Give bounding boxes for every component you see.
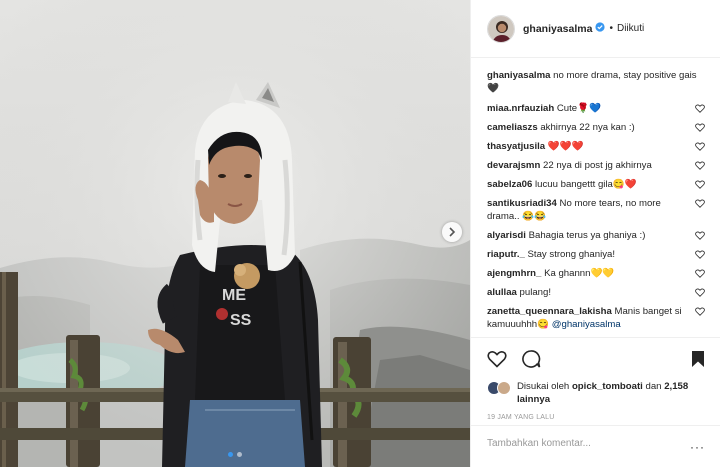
comment-item: santikusriadi34 No more tears, no more d…	[487, 197, 705, 223]
comment-text: Stay strong ghaniya!	[527, 249, 615, 260]
comment-like-heart-icon[interactable]	[695, 161, 705, 170]
action-icons	[487, 348, 705, 370]
comment-like-heart-icon[interactable]	[695, 180, 705, 189]
likes-and: dan	[645, 381, 662, 392]
chevron-right-icon	[449, 227, 456, 237]
comment-text: lucuu bangettt gila😋❤️	[535, 179, 637, 190]
comment-like-heart-icon[interactable]	[695, 250, 705, 259]
photo-scene: ME SS	[0, 0, 470, 467]
comment-username[interactable]: sabelza06	[487, 179, 532, 190]
more-options-icon[interactable]: ···	[690, 440, 705, 454]
comment-item: devarajsmn 22 nya di post jg akhirnya	[487, 159, 705, 172]
heart-outline-icon[interactable]	[487, 350, 507, 368]
post-actions: Disukai oleh opick_tomboati dan 2,158 la…	[471, 337, 720, 421]
comment-like-heart-icon[interactable]	[695, 269, 705, 278]
comment-username[interactable]: cameliaszs	[487, 122, 538, 133]
liker-avatars	[487, 381, 511, 395]
comment-text: Cute🌹💙	[556, 103, 602, 114]
comment-item: sabelza06 lucuu bangettt gila😋❤️	[487, 178, 705, 191]
carousel-dot-active	[228, 452, 233, 457]
comment-item: zanetta_queennara_lakisha Manis banget s…	[487, 305, 705, 331]
likes-prefix: Disukai oleh	[517, 381, 570, 392]
comment-text: ❤️❤️❤️	[547, 141, 584, 152]
instagram-post: ME SS ghaniyasalma • Diikuti ghaniyasalm…	[0, 0, 720, 467]
add-comment-input[interactable]	[487, 438, 697, 449]
header-separator: •	[609, 23, 613, 34]
avatar-image	[488, 15, 514, 42]
comment-item: cameliaszs akhirnya 22 nya kan :)	[487, 121, 705, 134]
verified-badge-icon	[595, 22, 606, 35]
comment-like-heart-icon[interactable]	[695, 288, 705, 297]
comment-item: alyarisdi Bahagia terus ya ghaniya :)	[487, 229, 705, 242]
comment-like-heart-icon[interactable]	[695, 104, 705, 113]
comment-username[interactable]: devarajsmn	[487, 160, 540, 171]
carousel-next-button[interactable]	[442, 222, 462, 242]
likes-user-link[interactable]: opick_tomboati	[572, 381, 643, 392]
comment-username[interactable]: zanetta_queennara_lakisha	[487, 306, 612, 317]
post-header: ghaniyasalma • Diikuti	[471, 0, 720, 58]
avatar[interactable]	[487, 14, 515, 43]
comment-item: miaa.nrfauziah Cute🌹💙	[487, 102, 705, 115]
comment-item: riaputr._ Stay strong ghaniya!	[487, 248, 705, 261]
comment-username[interactable]: thasyatjusila	[487, 141, 545, 152]
comment-username[interactable]: riaputr._	[487, 249, 525, 260]
carousel-dots	[0, 452, 470, 457]
comment-text: 22 nya di post jg akhirnya	[543, 160, 652, 171]
comment-like-heart-icon[interactable]	[695, 123, 705, 132]
comment-like-heart-icon[interactable]	[695, 307, 705, 316]
comment-username[interactable]: ajengmhrn_	[487, 268, 541, 279]
add-comment-bar: ···	[471, 425, 720, 467]
post-side-panel: ghaniyasalma • Diikuti ghaniyasalma no m…	[470, 0, 720, 467]
comment-mention-link[interactable]: @ghaniyasalma	[552, 319, 621, 330]
follow-status-button[interactable]: Diikuti	[617, 23, 644, 34]
comment-item: thasyatjusila ❤️❤️❤️	[487, 140, 705, 153]
comment-username[interactable]: santikusriadi34	[487, 198, 557, 209]
bookmark-filled-icon[interactable]	[691, 350, 705, 368]
comment-like-heart-icon[interactable]	[695, 231, 705, 240]
comment-item: alullaa pulang!	[487, 286, 705, 299]
caption-username[interactable]: ghaniyasalma	[487, 70, 550, 81]
comment-like-heart-icon[interactable]	[695, 142, 705, 151]
comment-username[interactable]: alullaa	[487, 287, 517, 298]
comment-like-heart-icon[interactable]	[695, 199, 705, 208]
post-caption: ghaniyasalma no more drama, stay positiv…	[487, 69, 705, 95]
likes-summary: Disukai oleh opick_tomboati dan 2,158 la…	[487, 380, 705, 406]
comment-item: ajengmhrn_ Ka ghannn💛💛	[487, 267, 705, 280]
likes-text: Disukai oleh opick_tomboati dan 2,158 la…	[517, 380, 705, 406]
comment-bubble-icon[interactable]	[521, 349, 541, 369]
comment-username[interactable]: alyarisdi	[487, 230, 526, 241]
comment-text: Ka ghannn💛💛	[544, 268, 615, 279]
post-timestamp[interactable]: 19 JAM YANG LALU	[487, 414, 705, 421]
comment-text: akhirnya 22 nya kan :)	[540, 122, 635, 133]
comments-list: ghaniyasalma no more drama, stay positiv…	[471, 59, 720, 337]
liker-avatar	[497, 381, 511, 395]
comment-text: Bahagia terus ya ghaniya :)	[528, 230, 646, 241]
post-photo: ME SS	[0, 0, 470, 467]
header-username[interactable]: ghaniyasalma	[523, 23, 592, 35]
comment-text: pulang!	[519, 287, 552, 298]
svg-text:ME: ME	[222, 287, 246, 304]
svg-text:SS: SS	[230, 312, 252, 329]
carousel-dot	[237, 452, 242, 457]
comment-username[interactable]: miaa.nrfauziah	[487, 103, 554, 114]
